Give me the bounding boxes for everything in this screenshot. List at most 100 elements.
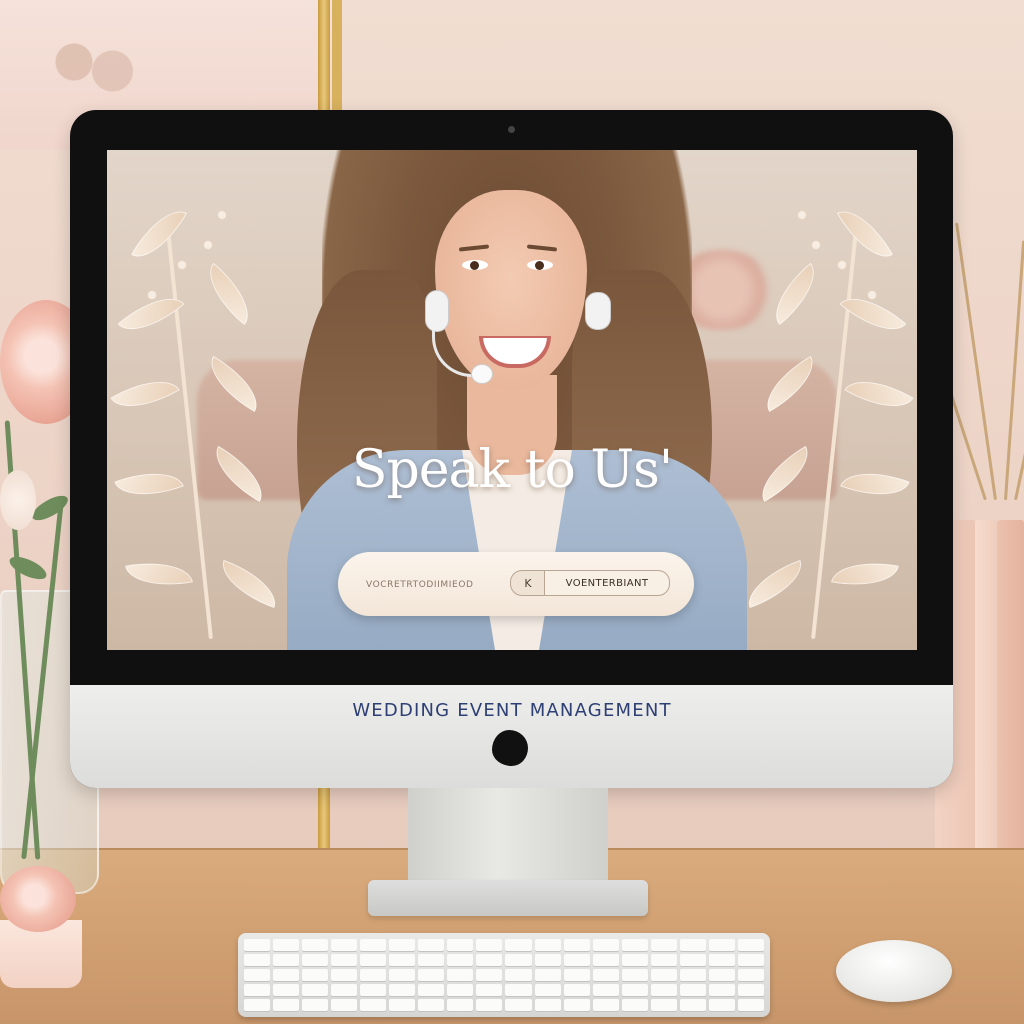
keyboard-key[interactable] [244,984,271,996]
keyboard-key[interactable] [447,999,474,1011]
keyboard-key[interactable] [708,999,735,1011]
keyboard-key[interactable] [621,984,648,996]
keyboard-key[interactable] [592,984,619,996]
keyboard-key[interactable] [447,939,474,951]
keyboard-key[interactable] [418,954,445,966]
keyboard-key[interactable] [737,984,764,996]
keyboard-key[interactable] [302,954,329,966]
keyboard-key[interactable] [418,939,445,951]
monitor-stand [408,788,608,888]
keyboard-key[interactable] [505,999,532,1011]
keyboard-key[interactable] [476,954,503,966]
keyboard-key[interactable] [505,969,532,981]
mouse[interactable] [836,940,952,1002]
keyboard-key[interactable] [302,939,329,951]
keyboard-key[interactable] [679,954,706,966]
keyboard-key[interactable] [592,939,619,951]
keyboard-key[interactable] [360,984,387,996]
keyboard-key[interactable] [534,939,561,951]
keyboard-key[interactable] [447,954,474,966]
keyboard-key[interactable] [476,939,503,951]
keyboard-key[interactable] [563,954,590,966]
keyboard-key[interactable] [418,984,445,996]
keyboard-key[interactable] [621,939,648,951]
keyboard-key[interactable] [534,969,561,981]
keyboard-key[interactable] [389,999,416,1011]
keyboard-key[interactable] [331,939,358,951]
keyboard-key[interactable] [331,954,358,966]
keyboard-key[interactable] [389,984,416,996]
keyboard-key[interactable] [418,999,445,1011]
keyboard-key[interactable] [389,939,416,951]
keyboard-key[interactable] [360,969,387,981]
keyboard-key[interactable] [244,969,271,981]
keyboard-key[interactable] [360,954,387,966]
contact-key-button[interactable]: K [510,570,545,596]
keyboard-key[interactable] [302,984,329,996]
keyboard-key[interactable] [389,969,416,981]
keyboard-key[interactable] [592,969,619,981]
contact-input[interactable] [364,574,494,596]
keyboard-key[interactable] [592,999,619,1011]
keyboard-key[interactable] [447,969,474,981]
keyboard-key[interactable] [244,999,271,1011]
keyboard-key[interactable] [476,969,503,981]
keyboard-key[interactable] [273,939,300,951]
keyboard-key[interactable] [737,954,764,966]
keyboard-key[interactable] [331,984,358,996]
keyboard-key[interactable] [244,954,271,966]
keyboard-key[interactable] [273,984,300,996]
keyboard-key[interactable] [708,969,735,981]
keyboard-key[interactable] [679,984,706,996]
keyboard-key[interactable] [737,999,764,1011]
keyboard-key[interactable] [679,999,706,1011]
keyboard-key[interactable] [592,954,619,966]
keyboard-key[interactable] [679,969,706,981]
keyboard-key[interactable] [418,969,445,981]
screen-display: Speak to Us' K VOENTERBIANT [107,150,917,650]
keyboard-key[interactable] [534,999,561,1011]
keyboard-key[interactable] [563,969,590,981]
keyboard-key[interactable] [650,969,677,981]
keyboard-key[interactable] [650,954,677,966]
keyboard-key[interactable] [679,939,706,951]
keyboard-key[interactable] [389,954,416,966]
keyboard-key[interactable] [360,939,387,951]
keyboard-key[interactable] [650,939,677,951]
keyboard-key[interactable] [621,969,648,981]
keyboard-key[interactable] [331,969,358,981]
flower-bud [811,240,821,250]
keyboard-key[interactable] [534,984,561,996]
keyboard-key[interactable] [621,999,648,1011]
keyboard-key[interactable] [476,999,503,1011]
brand-label: WEDDING EVENT MANAGEMENT [352,700,672,721]
keyboard-key[interactable] [563,984,590,996]
keyboard-key[interactable] [708,954,735,966]
keyboard-key[interactable] [563,999,590,1011]
keyboard-key[interactable] [505,984,532,996]
keyboard-key[interactable] [708,939,735,951]
keyboard-key[interactable] [360,999,387,1011]
keyboard-key[interactable] [273,999,300,1011]
keyboard-key[interactable] [331,999,358,1011]
keyboard-key[interactable] [737,969,764,981]
keyboard-key[interactable] [302,999,329,1011]
keyboard-key[interactable] [447,984,474,996]
keyboard-key[interactable] [563,939,590,951]
keyboard-key[interactable] [273,969,300,981]
keyboard-key[interactable] [273,954,300,966]
keyboard-key[interactable] [505,954,532,966]
submit-button[interactable]: VOENTERBIANT [544,570,670,596]
keyboard-key[interactable] [244,939,271,951]
keyboard-key[interactable] [621,954,648,966]
keyboard-key[interactable] [737,939,764,951]
keyboard-key[interactable] [650,999,677,1011]
keyboard-key[interactable] [476,984,503,996]
keyboard-key[interactable] [505,939,532,951]
keyboard-key[interactable] [650,984,677,996]
keyboard[interactable] [238,933,770,1017]
leaf [214,559,284,609]
keyboard-key[interactable] [302,969,329,981]
keyboard-key[interactable] [708,984,735,996]
keyboard-key[interactable] [534,954,561,966]
